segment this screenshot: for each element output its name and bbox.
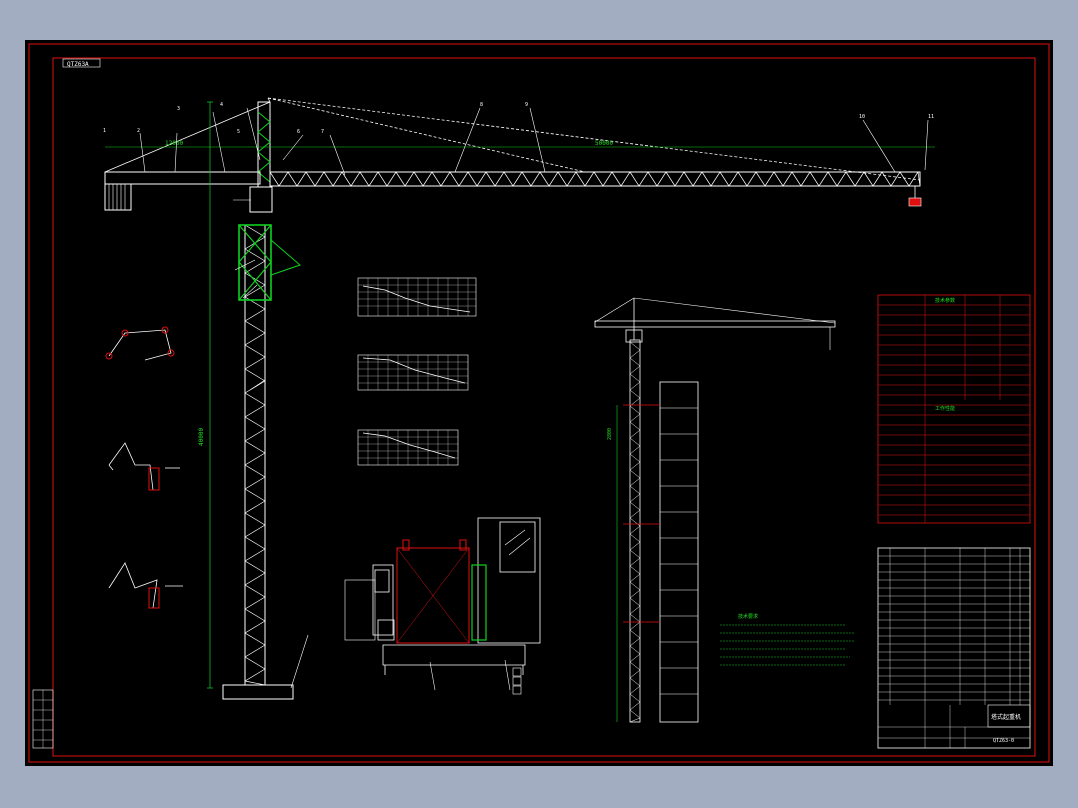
reeving-diagram-3 bbox=[108, 562, 158, 609]
rope-reeving-diagrams bbox=[105, 326, 183, 609]
load-chart-3 bbox=[357, 429, 459, 466]
jib-tie-rods bbox=[267, 97, 921, 181]
cad-viewport: QTZ63A 40000 50000 12000 1 2 3 4 5 6 7 8… bbox=[0, 0, 1078, 808]
climbing-frame-bracing bbox=[238, 224, 272, 301]
callout-5: 5 bbox=[237, 129, 240, 135]
callout-8: 8 bbox=[480, 102, 483, 108]
callout-9: 9 bbox=[525, 102, 528, 108]
reeving-diagram-2 bbox=[108, 442, 154, 491]
params-header: 技术参数 bbox=[935, 297, 955, 304]
title-block: 塔式起重机 QTZ63-0 bbox=[877, 547, 1031, 749]
crane-with-building: 2800 bbox=[594, 297, 836, 723]
signature-strip bbox=[32, 689, 54, 749]
callout-4: 4 bbox=[220, 102, 223, 108]
callout-2: 2 bbox=[137, 128, 140, 134]
climbing-mechanism-detail bbox=[344, 517, 541, 695]
callout-6: 6 bbox=[297, 129, 300, 135]
small-tower-mast bbox=[629, 339, 641, 723]
performance-header: 工作性能 bbox=[935, 405, 955, 412]
height-dimension: 40000 bbox=[198, 428, 205, 446]
section-dimension: 2800 bbox=[607, 428, 613, 440]
title-block-title: 塔式起重机 bbox=[991, 713, 1021, 721]
climbing-arm bbox=[270, 239, 301, 276]
callout-10: 10 bbox=[859, 114, 865, 120]
slewing-unit bbox=[249, 186, 273, 213]
tower-mast-bracing bbox=[244, 224, 266, 686]
jib-bracing bbox=[269, 171, 921, 187]
load-chart-2 bbox=[357, 354, 469, 391]
callout-11: 11 bbox=[928, 114, 934, 120]
callout-3: 3 bbox=[177, 106, 180, 112]
counterweight-plates bbox=[108, 184, 126, 210]
parameter-table: 技术参数 工作性能 bbox=[877, 294, 1031, 524]
tower-foundation bbox=[222, 684, 294, 700]
drawing-tag: QTZ63A bbox=[67, 61, 89, 68]
load-charts bbox=[357, 277, 477, 466]
callout-1: 1 bbox=[103, 128, 106, 134]
counter-jib-tie bbox=[104, 97, 271, 173]
load-chart-1 bbox=[357, 277, 477, 317]
callout-7: 7 bbox=[321, 129, 324, 135]
building-outline bbox=[659, 381, 699, 723]
small-jib bbox=[594, 320, 836, 328]
drawing-sheet: QTZ63A 40000 50000 12000 1 2 3 4 5 6 7 8… bbox=[25, 40, 1053, 766]
main-crane: 40000 50000 12000 1 2 3 4 5 6 7 8 9 10 1… bbox=[103, 97, 935, 700]
hook-block bbox=[908, 197, 922, 207]
counter-jib-dimension: 12000 bbox=[165, 140, 183, 147]
crane-drawing-svg: QTZ63A 40000 50000 12000 1 2 3 4 5 6 7 8… bbox=[28, 43, 1050, 763]
counter-jib bbox=[104, 171, 261, 185]
notes-title: 技术要求 bbox=[738, 613, 758, 620]
jib-length-dimension: 50000 bbox=[595, 140, 613, 147]
inner-border bbox=[52, 57, 1036, 757]
outer-border bbox=[28, 43, 1050, 763]
technical-notes: 技术要求 bbox=[720, 613, 855, 666]
title-block-drawing-no: QTZ63-0 bbox=[993, 738, 1014, 744]
reeving-diagram-1 bbox=[108, 329, 172, 361]
climbing-frame bbox=[238, 224, 272, 301]
height-dimension-line bbox=[207, 101, 213, 689]
